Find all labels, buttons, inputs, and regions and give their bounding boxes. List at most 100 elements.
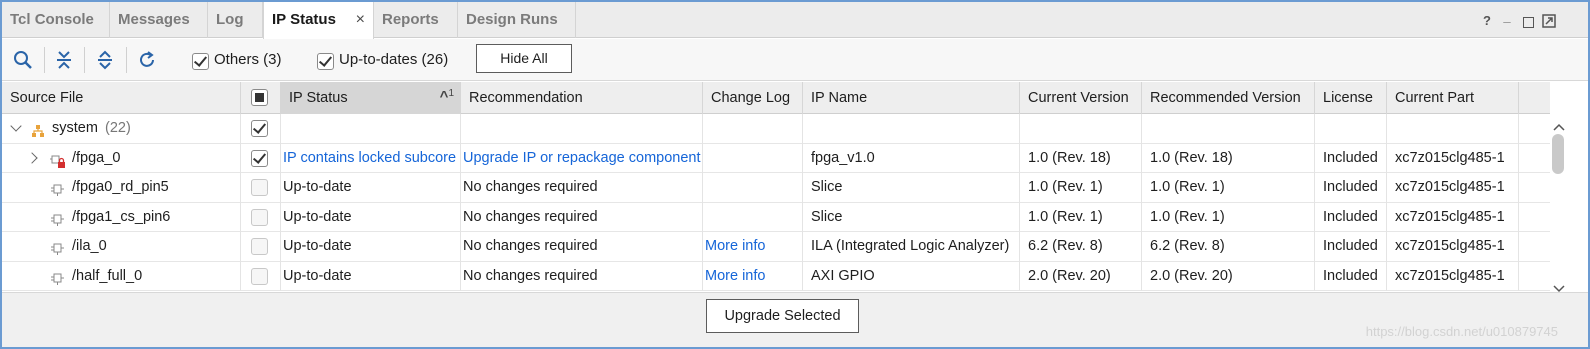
- ip-status-table: Source File IP Status ^1 Recommendation …: [2, 82, 1550, 292]
- uptodates-label[interactable]: Up-to-dates (26): [339, 51, 448, 68]
- tab-reports[interactable]: Reports: [374, 2, 458, 38]
- table-header: Source File IP Status ^1 Recommendation …: [2, 82, 1550, 114]
- current-part-cell: xc7z015clg485-1: [1387, 143, 1519, 173]
- row-checkbox[interactable]: [251, 149, 268, 167]
- column-header-current-version[interactable]: Current Version: [1020, 82, 1142, 114]
- minimize-icon[interactable]: _: [1500, 10, 1514, 24]
- expand-all-icon[interactable]: [94, 49, 116, 71]
- row-checkbox[interactable]: [251, 267, 268, 285]
- scroll-up-icon[interactable]: [1553, 118, 1565, 134]
- license-cell: Included: [1315, 143, 1387, 173]
- refresh-icon[interactable]: [136, 49, 158, 71]
- column-header-recommended-version[interactable]: Recommended Version: [1142, 82, 1315, 114]
- ip-status-cell: [281, 114, 461, 144]
- tab-label: Design Runs: [466, 11, 558, 28]
- row-checkbox[interactable]: [251, 238, 268, 255]
- chevron-right-icon[interactable]: [26, 151, 38, 164]
- source-file-cell: /fpga0_rd_pin5: [2, 173, 241, 203]
- others-label[interactable]: Others (3): [214, 51, 282, 68]
- close-icon[interactable]: ×: [356, 2, 365, 38]
- row-checkbox[interactable]: [251, 208, 268, 226]
- tab-design-runs[interactable]: Design Runs: [458, 2, 576, 38]
- tab-log[interactable]: Log: [208, 2, 263, 38]
- table-row[interactable]: /fpga_0 IP contains locked subcore Upgra…: [2, 143, 1550, 173]
- table-row[interactable]: /ila_0 Up-to-date No changes required Mo…: [2, 232, 1550, 262]
- recommended-version-cell: 2.0 (Rev. 20): [1142, 261, 1315, 291]
- uptodates-checkbox[interactable]: [317, 53, 334, 70]
- column-header-change-log[interactable]: Change Log: [703, 82, 803, 114]
- ip-core-icon: [50, 210, 66, 226]
- current-version-cell: 1.0 (Rev. 1): [1020, 202, 1142, 232]
- recommended-version-cell: 6.2 (Rev. 8): [1142, 232, 1315, 262]
- recommendation-cell: [461, 114, 703, 144]
- change-log-link[interactable]: More info: [703, 261, 803, 291]
- change-log-link[interactable]: More info: [703, 232, 803, 262]
- table-row[interactable]: system (22): [2, 114, 1550, 144]
- column-header-source-file[interactable]: Source File: [2, 82, 241, 114]
- recommendation-cell: No changes required: [461, 232, 703, 262]
- license-cell: Included: [1315, 173, 1387, 203]
- column-header-recommendation[interactable]: Recommendation: [461, 82, 703, 114]
- row-checkbox[interactable]: [251, 120, 268, 137]
- upgrade-selected-button[interactable]: Upgrade Selected: [706, 299, 859, 333]
- ip-status-cell: Up-to-date: [281, 173, 461, 203]
- maximize-icon[interactable]: [1523, 17, 1534, 28]
- ip-core-icon: [50, 180, 66, 196]
- sort-ascending-icon: ^1: [439, 88, 454, 105]
- ip-status-cell: Up-to-date: [281, 202, 461, 232]
- change-log-cell: [703, 143, 803, 173]
- source-file-cell: system (22): [2, 114, 241, 144]
- ip-status-link[interactable]: IP contains locked subcore: [281, 143, 461, 173]
- tab-label: Reports: [382, 11, 439, 28]
- chevron-down-icon[interactable]: [10, 120, 22, 132]
- hierarchy-icon: [30, 121, 46, 137]
- recommendation-link[interactable]: Upgrade IP or repackage component: [461, 143, 703, 173]
- current-version-cell: [1020, 114, 1142, 144]
- source-file-cell: /half_full_0: [2, 261, 241, 291]
- column-header-ip-status[interactable]: IP Status ^1: [281, 82, 461, 114]
- select-all-checkbox[interactable]: [251, 89, 268, 106]
- select-cell: [241, 114, 281, 144]
- ip-name-cell: fpga_v1.0: [803, 143, 1020, 173]
- column-header-license[interactable]: License: [1315, 82, 1387, 114]
- search-icon[interactable]: [12, 49, 34, 71]
- change-log-cell: [703, 202, 803, 232]
- recommendation-cell: No changes required: [461, 202, 703, 232]
- toolbar-separator: [126, 47, 127, 73]
- tab-ip-status[interactable]: IP Status ×: [263, 2, 374, 39]
- tab-label: Tcl Console: [10, 11, 94, 28]
- ip-core-icon: [50, 239, 66, 255]
- ip-name-cell: [803, 114, 1020, 144]
- recommended-version-cell: 1.0 (Rev. 1): [1142, 173, 1315, 203]
- current-version-cell: 6.2 (Rev. 8): [1020, 232, 1142, 262]
- current-version-cell: 1.0 (Rev. 18): [1020, 143, 1142, 173]
- current-part-cell: xc7z015clg485-1: [1387, 202, 1519, 232]
- table-row[interactable]: /fpga0_rd_pin5 Up-to-date No changes req…: [2, 173, 1550, 203]
- ip-name-cell: AXI GPIO: [803, 261, 1020, 291]
- column-header-current-part[interactable]: Current Part: [1387, 82, 1519, 114]
- ip-name-cell: Slice: [803, 173, 1020, 203]
- scrollbar-thumb[interactable]: [1552, 134, 1564, 174]
- table-row[interactable]: /half_full_0 Up-to-date No changes requi…: [2, 261, 1550, 291]
- tab-tcl-console[interactable]: Tcl Console: [2, 2, 110, 38]
- select-cell: [241, 173, 281, 203]
- source-file-name: /ila_0: [72, 238, 107, 254]
- ip-status-cell: Up-to-date: [281, 232, 461, 262]
- toolbar-separator: [44, 47, 45, 73]
- tab-messages[interactable]: Messages: [110, 2, 208, 38]
- help-icon[interactable]: ?: [1480, 14, 1494, 28]
- source-file-name: /half_full_0: [72, 267, 143, 284]
- column-header-ip-name[interactable]: IP Name: [803, 82, 1020, 114]
- hide-all-button[interactable]: Hide All: [476, 44, 572, 73]
- collapse-all-icon[interactable]: [53, 49, 75, 71]
- column-header-select[interactable]: [241, 82, 281, 114]
- row-checkbox[interactable]: [251, 179, 268, 196]
- float-window-icon[interactable]: [1542, 14, 1556, 28]
- ip-name-cell: ILA (Integrated Logic Analyzer): [803, 232, 1020, 262]
- table-row[interactable]: /fpga1_cs_pin6 Up-to-date No changes req…: [2, 202, 1550, 232]
- footer-bar: Upgrade Selected https://blog.csdn.net/u…: [2, 292, 1588, 347]
- others-checkbox[interactable]: [192, 53, 209, 70]
- source-file-name: system: [52, 120, 98, 136]
- recommendation-cell: No changes required: [461, 173, 703, 203]
- recommendation-cell: No changes required: [461, 261, 703, 291]
